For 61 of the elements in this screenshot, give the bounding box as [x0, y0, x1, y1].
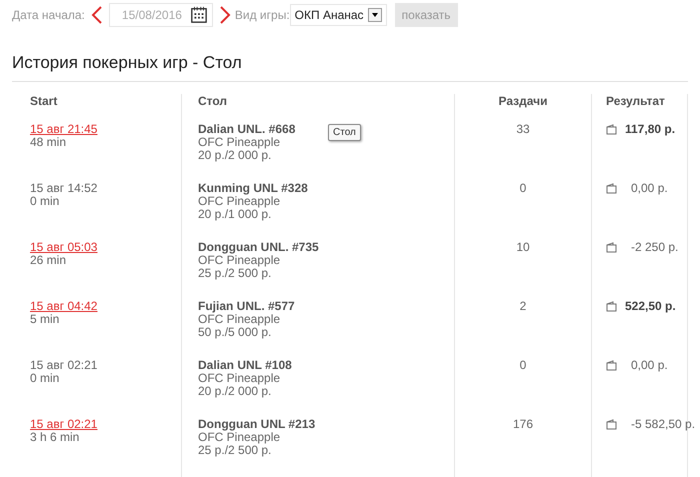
column-header: Раздачи [498, 94, 548, 110]
stakes-text: 20 р./2 000 р. [198, 149, 272, 162]
start-link[interactable]: 15 авг 21:45 [30, 123, 98, 136]
game-type: OFC Pineapple [198, 195, 280, 208]
column-header: Результат [605, 94, 666, 110]
wallet-icon [606, 242, 617, 253]
column-header: Start [29, 94, 58, 110]
wallet-icon [606, 419, 617, 430]
game-type: OFC Pineapple [198, 372, 280, 385]
table-name: Dongguan UNL #213 [198, 418, 316, 431]
game-label: Вид игры: [234, 8, 290, 22]
hands-count: 10 [516, 241, 530, 254]
date-label: Дата начала: [12, 8, 85, 22]
result-amount: 522,50 р. [624, 300, 676, 313]
result-amount: -5 582,50 р. [630, 418, 696, 431]
wallet-icon [606, 183, 617, 194]
duration-text: 3 h 6 min [30, 431, 80, 444]
result-amount: 0,00 р. [630, 359, 668, 372]
table-name: Kunming UNL #328 [198, 182, 308, 195]
start-link[interactable]: 15 авг 04:42 [30, 300, 98, 313]
duration-text: 0 min [30, 372, 60, 385]
stakes-text: 25 р./2 500 р. [198, 444, 272, 457]
result-amount: -2 250 р. [630, 241, 678, 254]
wallet-icon [606, 124, 617, 135]
start-time: 15 авг 02:21 [30, 359, 98, 372]
chevron-left-icon[interactable] [90, 5, 103, 25]
duration-text: 26 min [30, 254, 66, 267]
table-name: Fujian UNL. #577 [198, 300, 295, 313]
start-link[interactable]: 15 авг 05:03 [30, 241, 98, 254]
chevron-right-icon[interactable] [218, 5, 231, 25]
hands-count: 0 [520, 359, 526, 372]
game-type: OFC Pineapple [198, 136, 280, 149]
duration-text: 48 min [30, 136, 66, 149]
start-time: 15 авг 14:52 [30, 182, 98, 195]
stakes-text: 20 р./1 000 р. [198, 208, 272, 221]
date-field[interactable]: 15/08/2016 [108, 3, 213, 27]
duration-text: 0 min [30, 195, 60, 208]
page-title: История покерных игр - Стол [12, 53, 243, 74]
column-header: Стол [197, 94, 228, 110]
wallet-icon [606, 301, 617, 312]
table-name: Dalian UNL. #668 [198, 123, 296, 136]
hands-count: 176 [512, 418, 534, 431]
stakes-text: 50 р./5 000 р. [198, 326, 272, 339]
game-type: OFC Pineapple [198, 431, 280, 444]
hands-count: 33 [516, 123, 530, 136]
game-type: OFC Pineapple [198, 313, 280, 326]
stakes-text: 25 р./2 500 р. [198, 267, 272, 280]
table-name: Dalian UNL #108 [198, 359, 292, 372]
game-dropdown[interactable]: ОКП Ананас [290, 4, 387, 26]
hands-count: 0 [520, 182, 526, 195]
hands-count: 2 [520, 300, 526, 313]
result-amount: 0,00 р. [630, 182, 668, 195]
duration-text: 5 min [30, 313, 60, 326]
result-amount: 117,80 р. [624, 123, 676, 136]
calendar-icon[interactable] [190, 5, 208, 25]
start-link[interactable]: 15 авг 02:21 [30, 418, 98, 431]
wallet-icon [606, 360, 617, 371]
table-name: Dongguan UNL. #735 [198, 241, 319, 254]
game-type: OFC Pineapple [198, 254, 280, 267]
tooltip: Стол [328, 124, 361, 141]
stakes-text: 20 р./2 000 р. [198, 385, 272, 398]
